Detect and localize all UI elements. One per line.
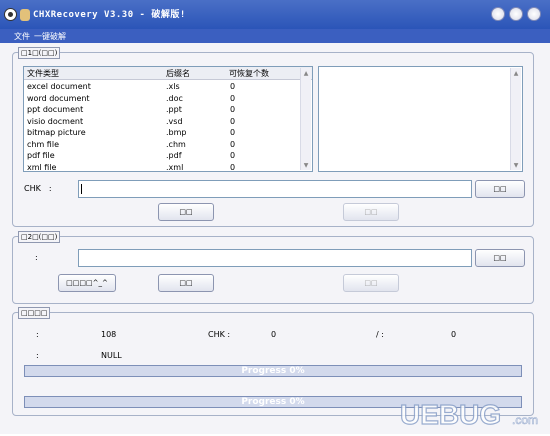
row-count: 0 bbox=[230, 93, 236, 103]
table-row[interactable]: pdf file .pdf 0 bbox=[24, 150, 312, 161]
table-row[interactable]: bitmap picture .bmp 0 bbox=[24, 127, 312, 138]
menu-file[interactable]: 文件 bbox=[14, 31, 30, 42]
status-chk-label: CHK : bbox=[208, 330, 231, 339]
row-count: 0 bbox=[230, 139, 236, 149]
row-ext: .xls bbox=[166, 82, 180, 91]
row-ext: .chm bbox=[166, 139, 186, 149]
row-ext: .xml bbox=[166, 162, 184, 172]
row-count: 0 bbox=[230, 128, 236, 137]
action-button[interactable]: □□ bbox=[158, 274, 214, 292]
browse-button-1[interactable]: □□ bbox=[475, 180, 525, 198]
col-header-ext[interactable]: 后缀名 bbox=[166, 68, 190, 79]
row-count: 0 bbox=[230, 82, 236, 91]
table-row[interactable]: visio docment .vsd 0 bbox=[24, 116, 312, 127]
svg-text:UEBUG: UEBUG bbox=[400, 399, 501, 430]
title-bar[interactable]: CHXRecovery V3.30 - 破解版! bbox=[0, 0, 550, 29]
row-count: 0 bbox=[230, 162, 236, 172]
status-slash-value: 0 bbox=[451, 330, 457, 339]
table-row[interactable]: word document .doc 0 bbox=[24, 93, 312, 104]
scroll-down-icon[interactable]: ▼ bbox=[511, 160, 521, 170]
status-label-1: : bbox=[36, 330, 39, 339]
stop-button[interactable]: □□ bbox=[343, 203, 399, 221]
browse-button-2[interactable]: □□ bbox=[475, 249, 525, 267]
group-status-caption: □□□□ bbox=[18, 307, 51, 319]
special-button[interactable]: □□□□^_^ bbox=[58, 274, 116, 292]
row-type: ppt document bbox=[27, 105, 84, 114]
status-value-2: NULL bbox=[101, 351, 122, 360]
minimize-button[interactable] bbox=[509, 7, 523, 21]
app-window: CHXRecovery V3.30 - 破解版! 文件 一键破解 □1□(□□)… bbox=[0, 0, 550, 434]
row-type: word document bbox=[27, 93, 90, 103]
app-logo-icon bbox=[20, 9, 30, 21]
row-type: visio docment bbox=[27, 116, 84, 126]
row-count: 0 bbox=[230, 105, 236, 114]
row-ext: .bmp bbox=[166, 128, 187, 137]
table-row[interactable]: ppt document .ppt 0 bbox=[24, 104, 312, 115]
list-scrollbar[interactable]: ▲ ▼ bbox=[300, 68, 311, 170]
progress-text-1: Progress 0% bbox=[241, 366, 305, 376]
group-step2: □2□(□□) bbox=[12, 231, 534, 304]
menu-one-click-crack[interactable]: 一键破解 bbox=[34, 31, 66, 42]
row-count: 0 bbox=[230, 151, 236, 160]
log-list[interactable]: ▲ ▼ bbox=[318, 66, 523, 172]
app-icon bbox=[4, 8, 17, 21]
progress-bar-1: Progress 0% bbox=[24, 365, 522, 377]
row-ext: .pdf bbox=[166, 151, 182, 160]
disabled-button[interactable]: □□ bbox=[343, 274, 399, 292]
col-header-count[interactable]: 可恢复个数 bbox=[229, 68, 269, 79]
row-type: pdf file bbox=[27, 151, 55, 160]
chk-path-input[interactable] bbox=[78, 180, 472, 198]
text-caret bbox=[81, 184, 82, 194]
row-ext: .vsd bbox=[166, 116, 183, 126]
help-button[interactable] bbox=[491, 7, 505, 21]
status-chk-value: 0 bbox=[271, 330, 277, 339]
group-step2-caption: □2□(□□) bbox=[18, 231, 61, 243]
close-button[interactable] bbox=[527, 7, 541, 21]
status-value-1: 108 bbox=[101, 330, 117, 339]
log-scrollbar[interactable]: ▲ ▼ bbox=[510, 68, 521, 170]
group-step1-caption: □1□(□□) bbox=[18, 47, 61, 59]
start-button[interactable]: □□ bbox=[158, 203, 214, 221]
svg-text:.com: .com bbox=[512, 413, 538, 427]
table-row[interactable]: chm file .chm 0 bbox=[24, 139, 312, 150]
row-type: bitmap picture bbox=[27, 128, 86, 137]
output-path-input[interactable] bbox=[78, 249, 472, 267]
path2-label: : bbox=[35, 253, 38, 262]
menu-bar: 文件 一键破解 bbox=[0, 29, 550, 43]
list-header: 文件类型 后缀名 可恢复个数 bbox=[24, 67, 312, 80]
status-label-2: : bbox=[36, 351, 39, 360]
window-title: CHXRecovery V3.30 - 破解版! bbox=[33, 10, 186, 20]
file-type-list[interactable]: 文件类型 后缀名 可恢复个数 excel document .xls 0 word … bbox=[23, 66, 313, 172]
scroll-down-icon[interactable]: ▼ bbox=[301, 160, 311, 170]
scroll-up-icon[interactable]: ▲ bbox=[511, 68, 521, 78]
row-ext: .doc bbox=[166, 93, 183, 103]
row-type: chm file bbox=[27, 139, 59, 149]
row-count: 0 bbox=[230, 116, 236, 126]
row-ext: .ppt bbox=[166, 105, 182, 114]
table-row[interactable]: excel document .xls 0 bbox=[24, 81, 312, 92]
status-slash-label: / : bbox=[376, 330, 384, 339]
scroll-up-icon[interactable]: ▲ bbox=[301, 68, 311, 78]
uebug-watermark: UEBUG .com bbox=[399, 394, 550, 434]
row-type: xml file bbox=[27, 162, 57, 172]
row-type: excel document bbox=[27, 82, 91, 91]
table-row[interactable]: xml file .xml 0 bbox=[24, 162, 312, 172]
chk-label: CHK : bbox=[24, 184, 52, 193]
col-header-type[interactable]: 文件类型 bbox=[27, 68, 59, 79]
